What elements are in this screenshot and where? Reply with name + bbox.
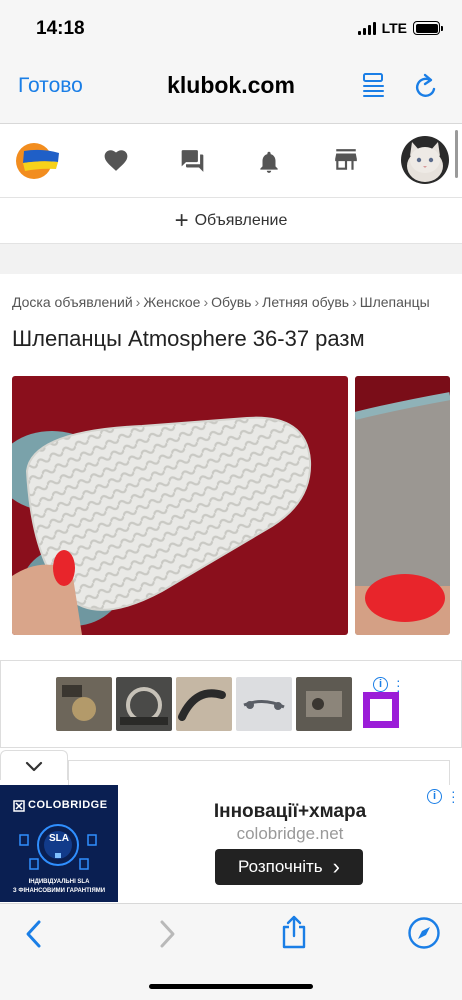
breadcrumb-item[interactable]: Шлепанцы xyxy=(360,294,430,310)
ad-thumbnail[interactable] xyxy=(176,677,232,731)
banner-tagline: З ФІНАНСОВИМИ ГАРАНТІЯМИ xyxy=(12,888,106,894)
bell-icon[interactable] xyxy=(258,148,280,174)
banner-menu-icon[interactable]: · · · xyxy=(451,784,456,808)
banner-info-icon[interactable]: i xyxy=(427,789,442,804)
banner-url: colobridge.net xyxy=(236,824,344,843)
breadcrumb-separator: › xyxy=(254,294,260,310)
banner-image[interactable]: COLOBRIDGE SLA ІНДИВІДУАЛЬНІ SLA З ФІНАН… xyxy=(0,785,118,902)
ad-thumbnail[interactable] xyxy=(56,677,112,731)
breadcrumb-item[interactable]: Обувь xyxy=(211,294,251,310)
banner-cta-button[interactable]: Розпочніть › xyxy=(215,849,363,885)
ad-info-icon[interactable]: i xyxy=(373,677,388,692)
messages-icon[interactable] xyxy=(179,148,206,174)
breadcrumb-separator: › xyxy=(203,294,209,310)
adchoices-logo[interactable] xyxy=(363,692,399,728)
network-label: LTE xyxy=(381,20,407,36)
reload-icon[interactable] xyxy=(412,72,440,102)
ad-thumbnail[interactable] xyxy=(236,677,292,731)
browser-nav-bar: Готово klubok.com xyxy=(0,58,462,124)
breadcrumb-item[interactable]: Доска объявлений xyxy=(12,294,133,310)
page-title: Шлепанцы Atmosphere 36-37 разм xyxy=(12,326,365,351)
banner-title: Інновації+хмара xyxy=(213,801,367,822)
banner-cta-label: Розпочніть xyxy=(238,857,323,876)
scrollbar[interactable] xyxy=(455,130,458,178)
signal-icon xyxy=(357,21,376,35)
ad-menu-icon[interactable]: · · · xyxy=(396,673,401,697)
compass-icon[interactable] xyxy=(407,916,441,950)
banner-tagline: ІНДИВІДУАЛЬНІ SLA xyxy=(28,879,90,885)
ad-frame xyxy=(68,760,450,788)
battery-icon xyxy=(413,21,443,35)
forward-icon[interactable] xyxy=(155,918,179,950)
ukraine-logo[interactable] xyxy=(12,140,60,180)
product-photo-secondary[interactable] xyxy=(355,376,450,635)
post-ad-button[interactable]: + Объявление xyxy=(0,198,462,244)
banner-badge: SLA xyxy=(49,833,69,844)
plus-icon: + xyxy=(174,206,189,234)
chevron-right-icon: › xyxy=(332,854,340,879)
chevron-down-icon xyxy=(25,761,43,772)
avatar[interactable] xyxy=(401,136,449,184)
breadcrumb-separator: › xyxy=(135,294,141,310)
collapse-ad-button[interactable] xyxy=(0,750,68,780)
breadcrumb-item[interactable]: Летняя обувь xyxy=(262,294,349,310)
breadcrumb: Доска объявлений › Женское › Обувь › Летняя об… xyxy=(12,294,430,310)
heart-icon[interactable] xyxy=(103,148,129,172)
share-icon[interactable] xyxy=(279,914,309,950)
status-time: 14:18 xyxy=(36,18,85,39)
spacer xyxy=(0,244,462,274)
reader-mode-icon[interactable] xyxy=(361,72,387,100)
breadcrumb-item[interactable]: Женское xyxy=(143,294,200,310)
breadcrumb-separator: › xyxy=(352,294,357,310)
home-indicator[interactable] xyxy=(149,984,313,989)
banner-brand: COLOBRIDGE xyxy=(28,799,108,811)
status-indicators: LTE xyxy=(357,20,443,36)
store-icon[interactable] xyxy=(333,148,359,172)
site-nav xyxy=(0,124,462,198)
ad-thumbnail[interactable] xyxy=(296,677,352,731)
site-title: klubok.com xyxy=(167,72,295,98)
back-icon[interactable] xyxy=(22,918,46,950)
post-ad-label: Объявление xyxy=(194,211,288,229)
product-photo-main[interactable] xyxy=(12,376,348,635)
ad-thumbnail[interactable] xyxy=(116,677,172,731)
